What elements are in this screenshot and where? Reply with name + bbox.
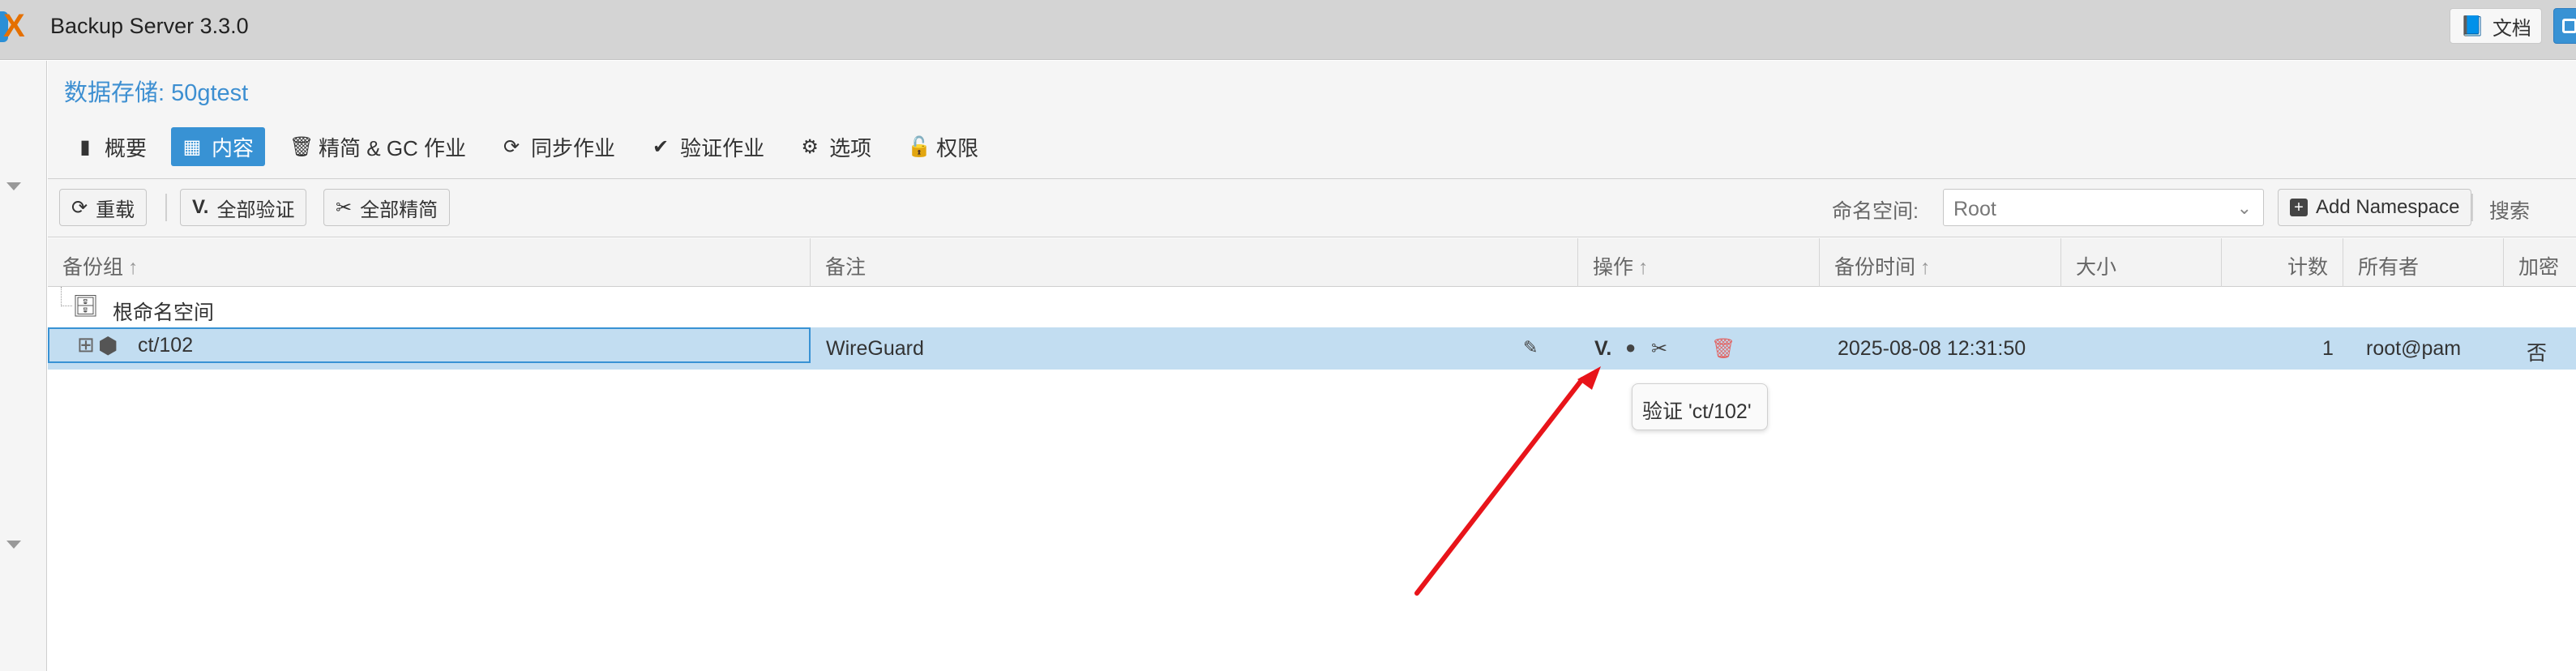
top-bar: X Backup Server 3.3.0 📘 文档 bbox=[0, 0, 2576, 60]
verify-tooltip: 验证 'ct/102' bbox=[1632, 383, 1768, 430]
plus-square-icon: + bbox=[2290, 199, 2308, 216]
tab-label: 选项 bbox=[829, 135, 872, 160]
tab-label: 精简 & GC 作业 bbox=[319, 135, 467, 160]
tab-label: 权限 bbox=[936, 135, 979, 160]
arrow-head bbox=[1577, 366, 1601, 390]
column-header-count[interactable]: 计数 bbox=[2222, 238, 2343, 287]
column-label: 备份组 bbox=[62, 256, 124, 279]
trash-icon[interactable]: 🗑 bbox=[1711, 337, 1735, 361]
column-label: 大小 bbox=[2076, 256, 2117, 279]
unlock-icon: 🔓 bbox=[907, 135, 931, 158]
container-cube-icon: ⬢ bbox=[98, 333, 118, 358]
tab-label: 内容 bbox=[212, 135, 255, 160]
prune-all-label: 全部精简 bbox=[360, 199, 439, 221]
trash-icon: 🗑 bbox=[289, 135, 315, 158]
column-label: 操作 bbox=[1593, 256, 1634, 279]
expand-icon[interactable]: ⊞ bbox=[77, 332, 95, 357]
search-label: 搜索 bbox=[2489, 200, 2531, 223]
column-label: 加密 bbox=[2518, 256, 2560, 279]
namespace-select[interactable]: Root ⌄ bbox=[1943, 189, 2264, 226]
column-header-backup-time[interactable]: 备份时间 ↑ bbox=[1820, 238, 2061, 287]
sort-up-icon: ↑ bbox=[1920, 256, 1931, 279]
tab-permissions[interactable]: 🔓 权限 bbox=[896, 127, 990, 166]
verify-all-button[interactable]: V. 全部验证 bbox=[180, 189, 307, 226]
count-value: 1 bbox=[2322, 337, 2334, 360]
owner-value: root@pam bbox=[2366, 337, 2462, 360]
verify-all-label: 全部验证 bbox=[216, 199, 295, 221]
column-header-comment[interactable]: 备注 bbox=[811, 238, 1578, 287]
sort-up-icon: ↑ bbox=[1638, 256, 1649, 279]
refresh-icon: ⟳ bbox=[503, 135, 520, 158]
column-label: 所有者 bbox=[2358, 256, 2420, 279]
scissors-icon: ✂ bbox=[336, 196, 353, 219]
tab-options[interactable]: ⚙ 选项 bbox=[789, 127, 883, 166]
encrypted-value: 否 bbox=[2527, 342, 2548, 365]
tree-row-root-namespace[interactable]: 🗄 根命名空间 bbox=[48, 287, 2576, 327]
sidebar bbox=[0, 61, 47, 671]
logo: X bbox=[3, 8, 25, 44]
column-header-size[interactable]: 大小 bbox=[2061, 238, 2222, 287]
verify-action-icon[interactable]: V. bbox=[1594, 337, 1611, 361]
column-header-encrypted[interactable]: 加密 bbox=[2504, 238, 2576, 287]
grid-header: 备份组 ↑ 备注 操作 ↑ 备份时间 ↑ 大小 计数 所有者 加密 bbox=[48, 238, 2576, 287]
chevron-down-icon[interactable] bbox=[6, 541, 21, 549]
tree-line bbox=[61, 287, 72, 306]
tab-verify-jobs[interactable]: ✔ 验证作业 bbox=[640, 127, 776, 166]
content-toolbar: ⟳ 重载 V. 全部验证 ✂ 全部精简 命名空间: Root ⌄ + Add N… bbox=[48, 179, 2576, 237]
separator bbox=[165, 194, 167, 221]
reload-label: 重载 bbox=[96, 199, 135, 221]
user-menu-button[interactable] bbox=[2553, 8, 2576, 44]
root-namespace-label: 根命名空间 bbox=[113, 301, 215, 324]
arrow-shaft bbox=[1414, 377, 1585, 596]
book-icon: 📘 bbox=[2460, 15, 2484, 37]
gear-icon: ⚙ bbox=[801, 135, 819, 158]
tab-label: 同步作业 bbox=[531, 135, 616, 160]
column-label: 备注 bbox=[825, 256, 867, 279]
namespace-value: Root bbox=[1953, 198, 1996, 220]
column-label: 计数 bbox=[2287, 256, 2328, 279]
column-header-backup-group[interactable]: 备份组 ↑ bbox=[48, 238, 811, 287]
tab-label: 概要 bbox=[105, 135, 148, 160]
comment-text: WireGuard bbox=[826, 337, 924, 360]
tab-label: 验证作业 bbox=[680, 135, 765, 160]
user-icon[interactable]: ● bbox=[1625, 337, 1636, 358]
reload-button[interactable]: ⟳ 重载 bbox=[59, 189, 148, 226]
docs-label: 文档 bbox=[2492, 17, 2531, 40]
book-icon: ▮ bbox=[79, 135, 91, 158]
chevron-down-icon: ⌄ bbox=[2236, 198, 2252, 218]
scissors-icon[interactable]: ✂ bbox=[1651, 337, 1667, 361]
add-namespace-button[interactable]: + Add Namespace bbox=[2278, 189, 2472, 226]
namespace-label: 命名空间: bbox=[1832, 200, 1919, 223]
sort-up-icon: ↑ bbox=[128, 256, 139, 279]
add-namespace-label: Add Namespace bbox=[2316, 196, 2460, 218]
column-header-owner[interactable]: 所有者 bbox=[2343, 238, 2504, 287]
table-row[interactable]: ⊞ ⬢ ct/102 WireGuard ✎ V. ● ✂ 🗑 2025-08-… bbox=[48, 327, 2576, 370]
edit-pencil-icon[interactable]: ✎ bbox=[1523, 337, 1538, 358]
datastore-panel-header: 数据存储: 50gtest ▮ 概要 ▦ 内容 🗑 精简 & GC 作业 ⟳ 同… bbox=[48, 61, 2576, 179]
page-title: 数据存储: 50gtest bbox=[64, 80, 249, 106]
database-icon: 🗄 bbox=[72, 293, 100, 318]
docs-button[interactable]: 📘 文档 bbox=[2450, 8, 2542, 44]
chevron-down-icon[interactable] bbox=[6, 182, 21, 190]
verify-icon: V. bbox=[192, 196, 209, 218]
grid-icon: ▦ bbox=[182, 135, 202, 158]
tab-bar: ▮ 概要 ▦ 内容 🗑 精简 & GC 作业 ⟳ 同步作业 ✔ 验证作业 ⚙ 选… bbox=[64, 127, 1003, 166]
backup-time: 2025-08-08 12:31:50 bbox=[1838, 337, 2026, 360]
tab-sync-jobs[interactable]: ⟳ 同步作业 bbox=[490, 127, 627, 166]
tab-content[interactable]: ▦ 内容 bbox=[171, 127, 266, 166]
refresh-icon: ⟳ bbox=[71, 196, 88, 219]
app-title: Backup Server 3.3.0 bbox=[50, 14, 249, 38]
column-header-actions[interactable]: 操作 ↑ bbox=[1578, 238, 1820, 287]
check-circle-icon: ✔ bbox=[653, 135, 670, 158]
tab-summary[interactable]: ▮ 概要 bbox=[64, 127, 158, 166]
backup-group-name: ct/102 bbox=[138, 334, 194, 357]
separator bbox=[2471, 194, 2473, 221]
column-label: 备份时间 bbox=[1834, 256, 1916, 279]
prune-all-button[interactable]: ✂ 全部精简 bbox=[323, 189, 451, 226]
tab-prune-gc[interactable]: 🗑 精简 & GC 作业 bbox=[278, 127, 477, 166]
